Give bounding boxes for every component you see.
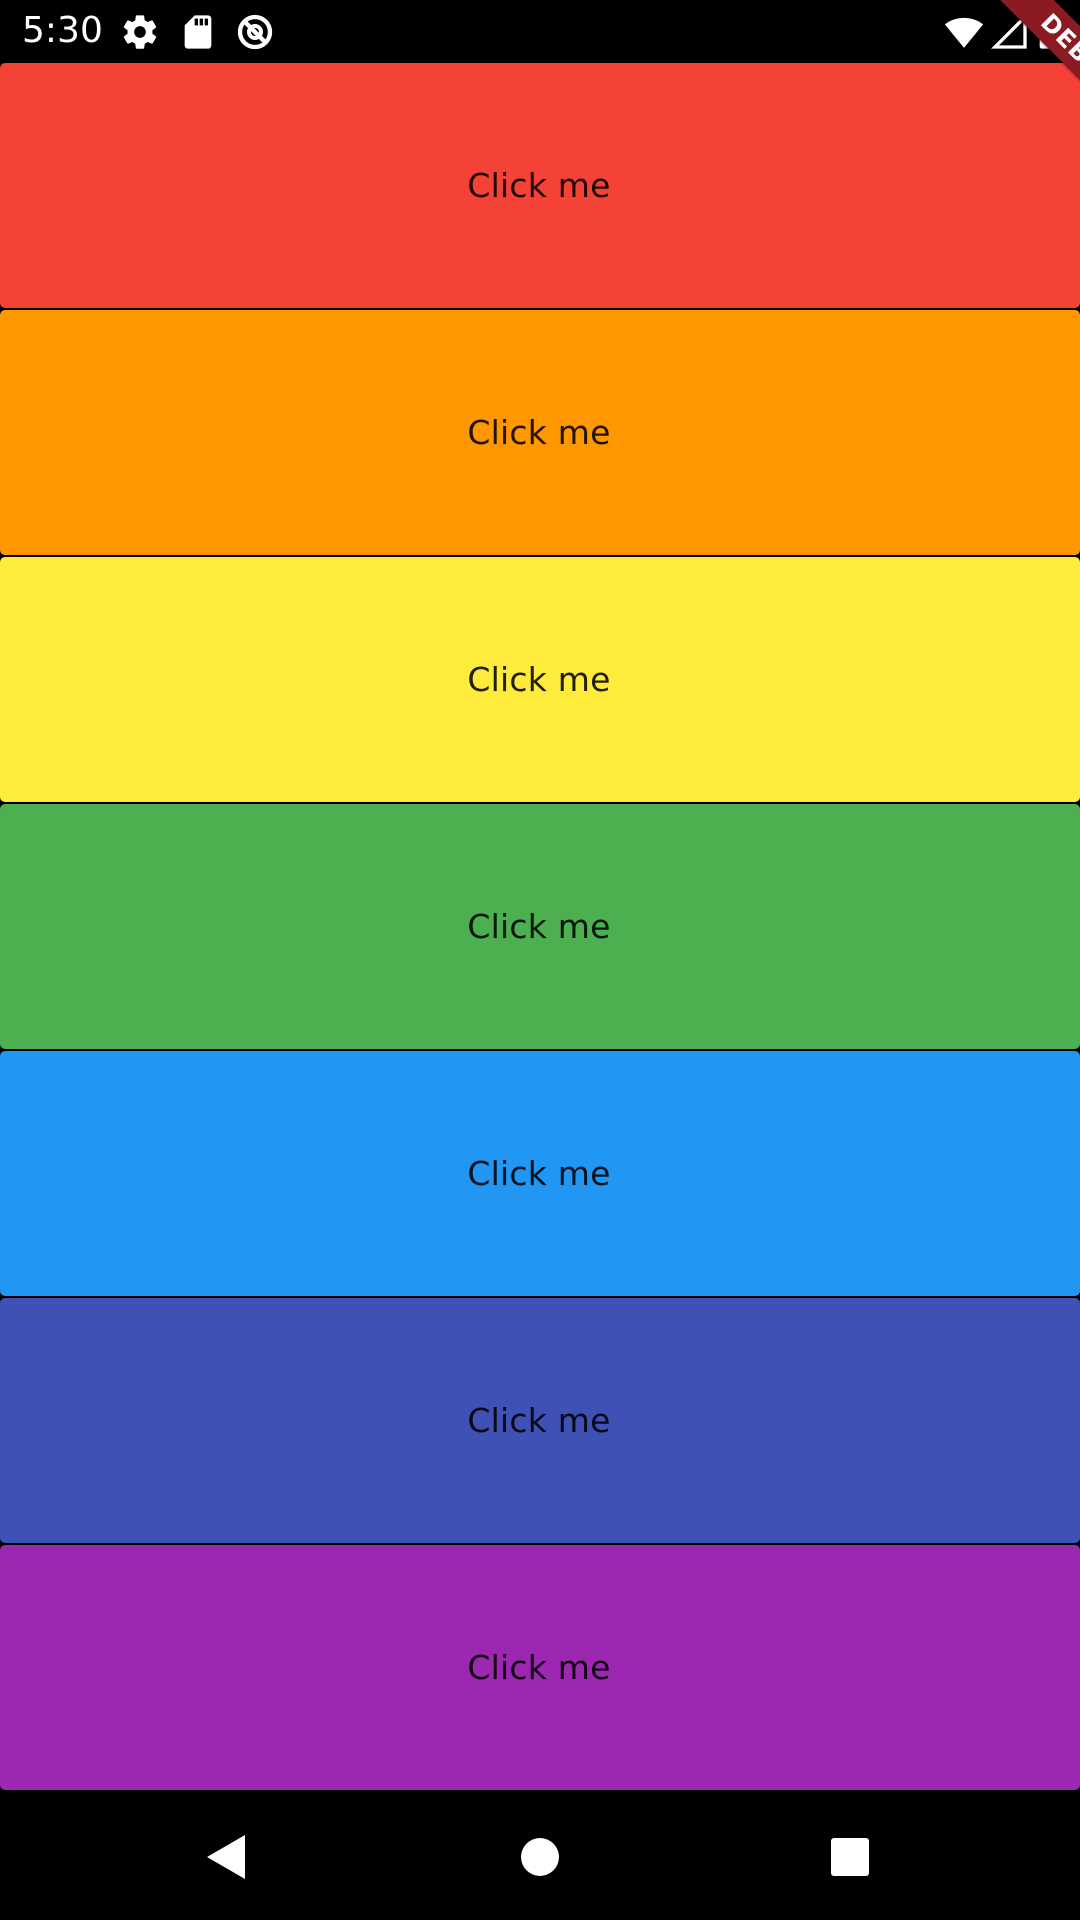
button-label: Click me [467, 1648, 611, 1687]
green-button[interactable]: Click me [0, 804, 1080, 1049]
button-label: Click me [467, 660, 611, 699]
button-list: Click me Click me Click me Click me Clic… [0, 63, 1080, 1794]
recents-button[interactable] [787, 1794, 913, 1920]
home-icon [521, 1838, 559, 1876]
app-screen: 5:30 Click me Click me Click me Click me… [0, 0, 1080, 1920]
blue-button[interactable]: Click me [0, 1051, 1080, 1296]
back-icon [207, 1835, 245, 1879]
sd-card-icon [178, 12, 218, 52]
status-time: 5:30 [22, 10, 103, 51]
data-saver-icon [235, 12, 275, 52]
status-bar: 5:30 [0, 0, 1080, 63]
back-button[interactable] [162, 1794, 288, 1920]
gear-icon [120, 12, 160, 52]
battery-icon [1028, 12, 1068, 52]
purple-button[interactable]: Click me [0, 1545, 1080, 1790]
button-label: Click me [467, 413, 611, 452]
home-button[interactable] [477, 1794, 603, 1920]
navigation-bar [0, 1794, 1080, 1920]
button-label: Click me [467, 1154, 611, 1193]
button-label: Click me [467, 166, 611, 205]
button-label: Click me [467, 1401, 611, 1440]
wifi-icon [944, 12, 984, 52]
indigo-button[interactable]: Click me [0, 1298, 1080, 1543]
cell-signal-icon [990, 12, 1030, 52]
recents-icon [831, 1838, 869, 1876]
button-label: Click me [467, 907, 611, 946]
red-button[interactable]: Click me [0, 63, 1080, 308]
orange-button[interactable]: Click me [0, 310, 1080, 555]
yellow-button[interactable]: Click me [0, 557, 1080, 802]
